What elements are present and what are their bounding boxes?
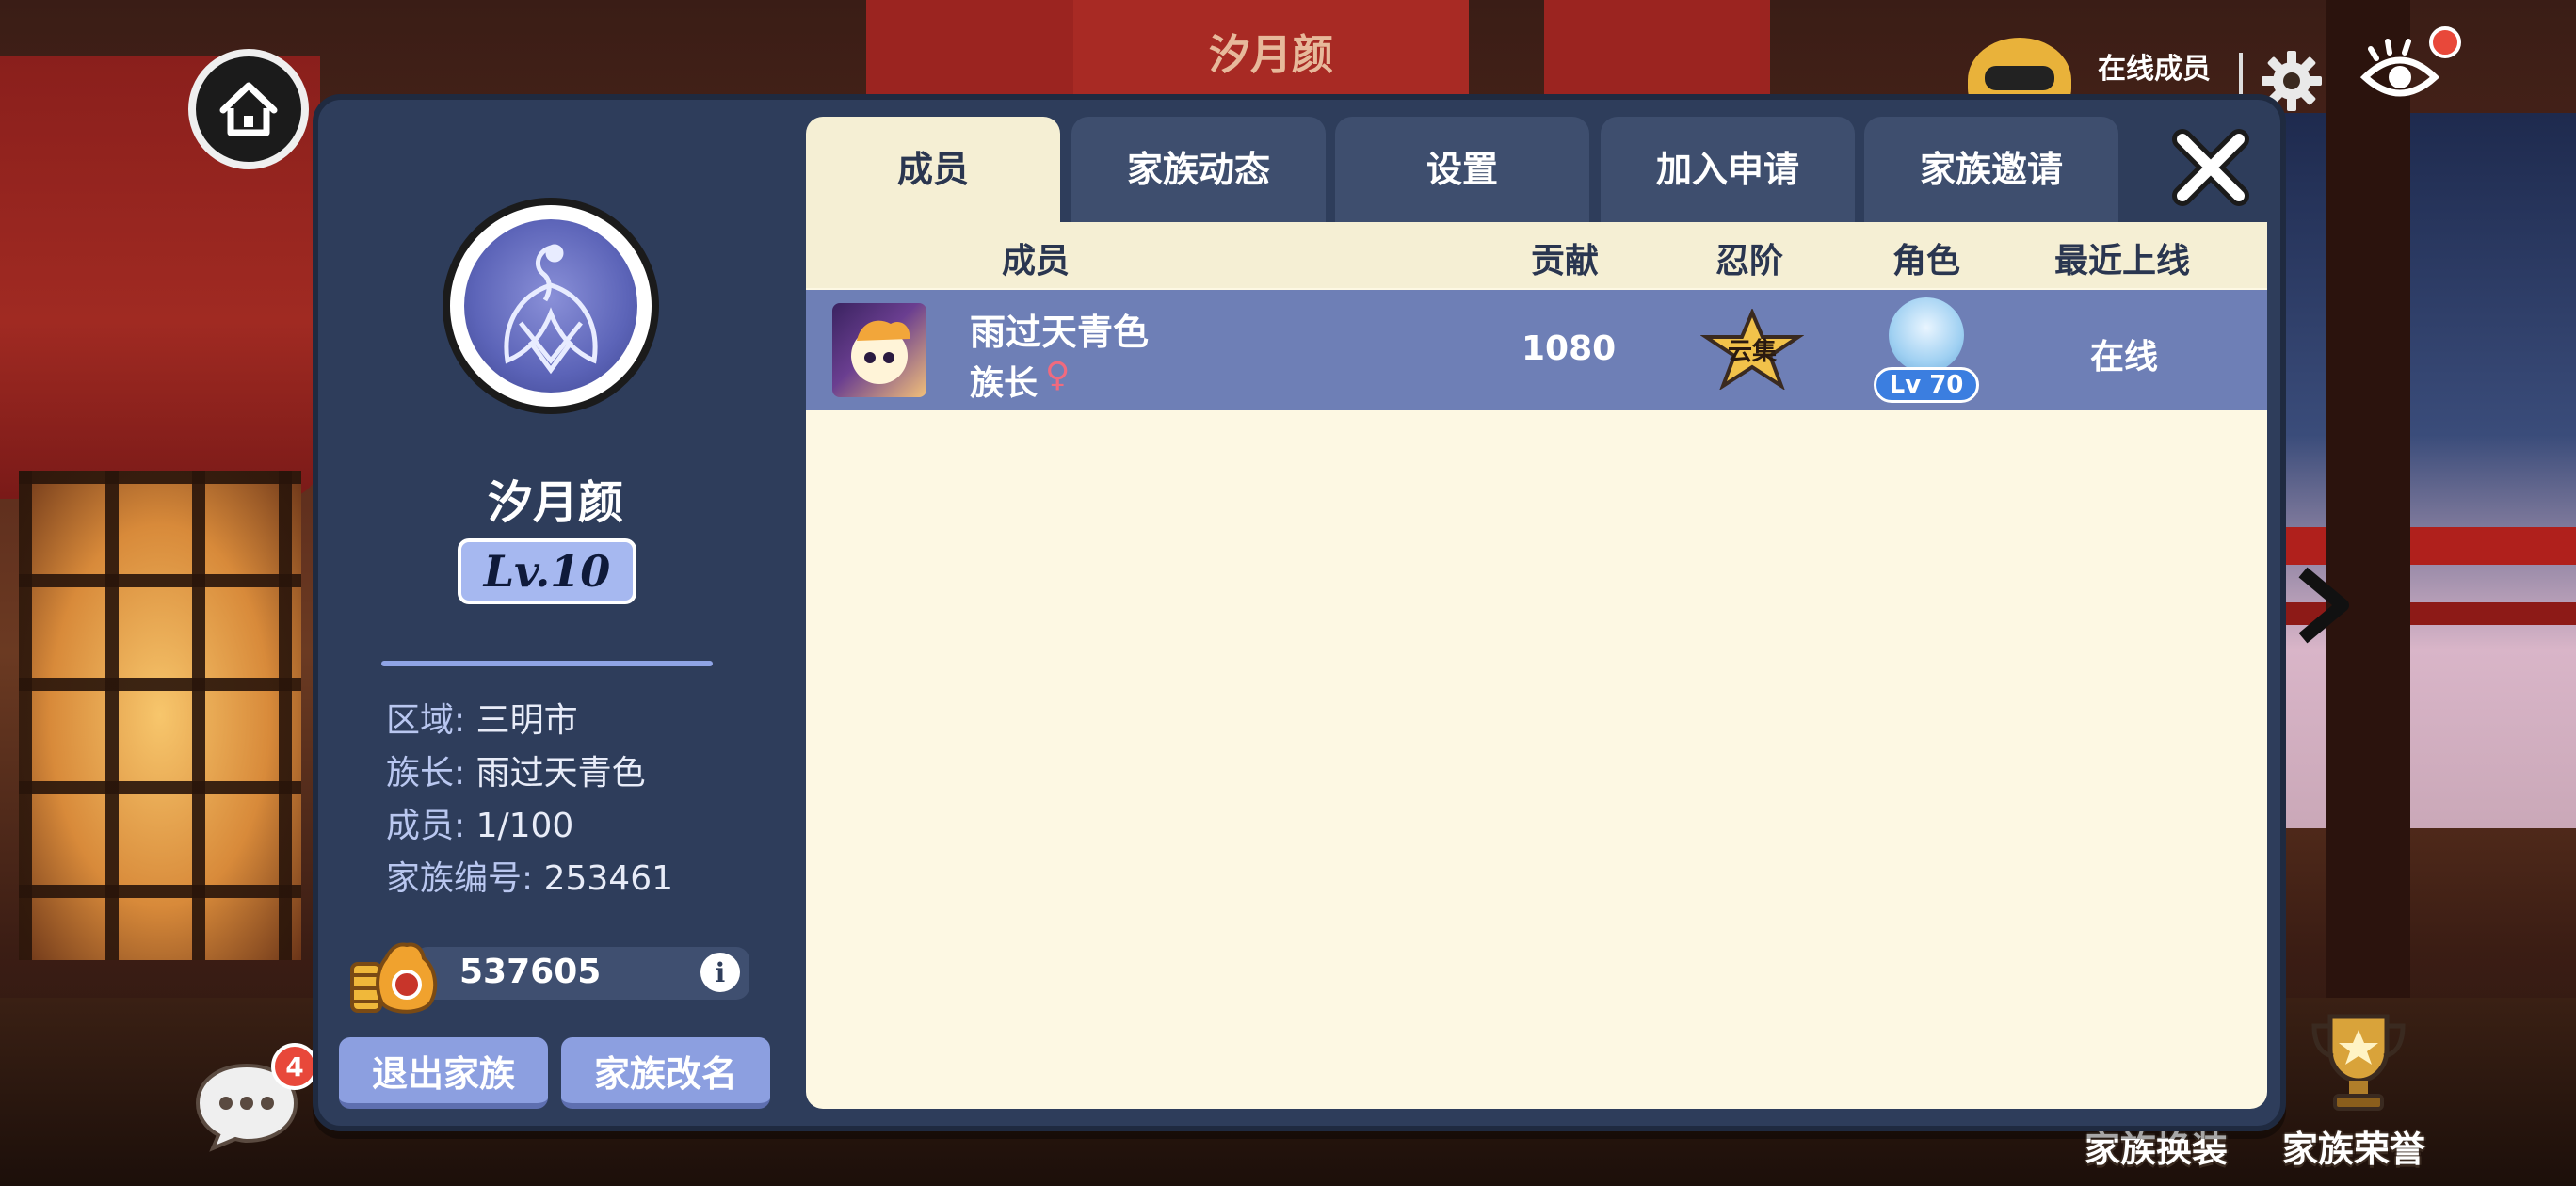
tab-members[interactable]: 成员 <box>806 117 1060 224</box>
member-name: 雨过天青色 <box>970 312 1150 353</box>
hud-divider <box>2239 53 2243 98</box>
funds-info-button[interactable]: i <box>700 953 740 992</box>
member-role: 族长 <box>970 364 1038 403</box>
column-character: 角色 <box>1892 242 1961 280</box>
column-member: 成员 <box>1002 242 1071 280</box>
member-contribution: 1080 <box>1521 329 1617 368</box>
info-region: 区域: 三明市 <box>386 693 578 742</box>
quit-family-button[interactable]: 退出家族 <box>339 1037 548 1109</box>
background-window <box>19 471 301 960</box>
info-members-label: 成员: <box>386 807 476 845</box>
notification-dot <box>2429 26 2461 58</box>
family-funds-value: 537605 <box>459 953 602 991</box>
tab-family-invites[interactable]: 家族邀请 <box>1864 117 2118 224</box>
family-name: 汐月颜 <box>487 476 623 529</box>
column-ninja-rank: 忍阶 <box>1715 242 1784 280</box>
chevron-right-icon[interactable] <box>2290 563 2356 648</box>
tab-family-activity[interactable]: 家族动态 <box>1071 117 1326 224</box>
info-divider <box>381 661 713 666</box>
background-banner <box>866 0 1073 94</box>
home-button[interactable] <box>188 49 309 169</box>
ninja-rank-label: 云集 <box>1728 337 1778 366</box>
chat-badge: 4 <box>271 1043 318 1090</box>
online-members-label[interactable]: 在线成员 <box>2098 45 2211 87</box>
close-icon[interactable] <box>2165 122 2256 213</box>
money-bag-icon <box>350 942 438 1014</box>
info-region-label: 区域: <box>386 701 476 740</box>
family-honor-button[interactable]: 家族荣誉 <box>2282 1120 2425 1172</box>
female-icon: ♀ <box>1045 356 1071 394</box>
tab-settings[interactable]: 设置 <box>1335 117 1589 224</box>
member-last-online: 在线 <box>2090 338 2159 377</box>
table-row[interactable]: 雨过天青色 族长 ♀ 1080 云集 Lv 70 在线 <box>806 290 2267 410</box>
home-icon <box>219 82 278 136</box>
info-family-id-label: 家族编号: <box>386 859 544 898</box>
table-header: 成员 贡献 忍阶 角色 最近上线 <box>806 222 2267 288</box>
info-family-id-value: 253461 <box>543 859 674 898</box>
info-leader-value: 雨过天青色 <box>475 754 646 793</box>
family-level-badge: Lv.10 <box>458 538 636 604</box>
background-banner <box>1544 0 1770 94</box>
column-last-online: 最近上线 <box>2054 242 2191 280</box>
rename-family-button[interactable]: 家族改名 <box>561 1037 770 1109</box>
members-table: 成员 贡献 忍阶 角色 最近上线 雨过天青色 族长 ♀ 1080 云集 Lv 7… <box>806 222 2267 1109</box>
info-members: 成员: 1/100 <box>386 798 573 847</box>
ninja-rank-badge: 云集 <box>1700 309 1804 390</box>
info-leader: 族长: 雨过天青色 <box>386 745 646 794</box>
family-emblem-icon <box>464 219 637 393</box>
scene-title: 汐月颜 <box>1209 31 1333 79</box>
info-leader-label: 族长: <box>386 754 476 793</box>
tab-join-requests[interactable]: 加入申请 <box>1601 117 1855 224</box>
column-contribution: 贡献 <box>1531 242 1600 280</box>
info-family-id: 家族编号: 253461 <box>386 851 673 900</box>
avatar[interactable] <box>832 303 926 397</box>
character-avatar[interactable] <box>1889 297 1964 373</box>
character-level: Lv 70 <box>1874 367 1979 403</box>
info-members-value: 1/100 <box>475 807 574 845</box>
family-emblem <box>443 198 659 414</box>
info-region-value: 三明市 <box>475 701 578 740</box>
trophy-icon[interactable] <box>2297 998 2420 1120</box>
